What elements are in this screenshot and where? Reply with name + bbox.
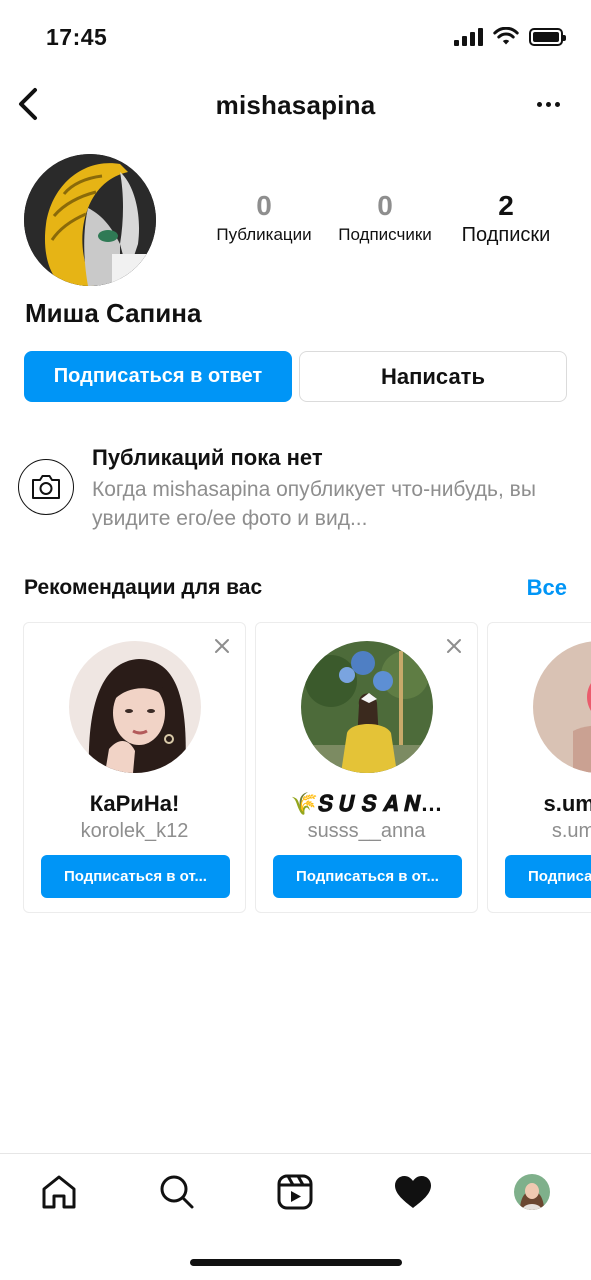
search-icon	[160, 1175, 194, 1209]
wifi-icon	[493, 27, 519, 45]
no-posts-title: Публикаций пока нет	[92, 445, 323, 470]
recommendation-follow-button[interactable]: Подписаться в от...	[273, 855, 462, 898]
profile-stats: 0 Публикации 0 Подписчики 2 Подписки	[200, 188, 570, 258]
recommendation-avatar[interactable]	[69, 641, 201, 773]
more-options-button[interactable]	[533, 92, 563, 116]
recommendation-card[interactable]: 🌾𝑺 𝑼 𝑺 𝑨 𝑵… susss__anna Подписаться в от…	[255, 622, 478, 913]
home-indicator	[190, 1259, 402, 1266]
recommendation-username: s.umarova	[551, 820, 591, 842]
dismiss-button[interactable]	[443, 635, 465, 657]
recommendation-username: susss__anna	[307, 820, 426, 842]
followers-stat[interactable]: 0 Подписчики	[328, 188, 442, 246]
posts-stat: 0 Публикации	[208, 188, 320, 246]
header-username: mishasapina	[215, 90, 376, 120]
recommendation-card[interactable]: s.umarova s.umarova Подписаться в от...	[487, 622, 591, 913]
close-icon	[447, 639, 461, 653]
recommendation-name: КаРиНа!	[89, 791, 180, 816]
camera-icon-circle	[18, 459, 74, 515]
recommendation-card[interactable]: КаРиНа! korolek_k12 Подписаться в от...	[23, 622, 246, 913]
recommendation-username: korolek_k12	[80, 820, 189, 842]
tab-home[interactable]	[39, 1172, 79, 1212]
profile-header: mishasapina	[0, 78, 591, 134]
tab-search[interactable]	[157, 1172, 197, 1212]
status-icons	[454, 27, 566, 47]
dismiss-button[interactable]	[211, 635, 233, 657]
followers-count: 0	[377, 190, 393, 221]
status-bar: 17:45	[0, 0, 591, 78]
bottom-tab-bar	[0, 1153, 591, 1233]
more-dot-icon	[536, 101, 542, 107]
recommendation-name: 🌾𝑺 𝑼 𝑺 𝑨 𝑵…	[290, 791, 443, 816]
status-time: 17:45	[46, 24, 108, 50]
following-count: 2	[498, 190, 514, 221]
no-posts-text: Когда mishasapina опубликует что-нибудь,…	[92, 478, 536, 530]
close-icon	[215, 639, 229, 653]
see-all-link[interactable]: Все	[527, 575, 567, 601]
follow-back-button[interactable]: Подписаться в ответ	[24, 351, 292, 402]
profile-avatar[interactable]	[24, 154, 156, 286]
profile-avatar-icon	[514, 1174, 550, 1210]
posts-count: 0	[256, 190, 272, 221]
recommendations-title: Рекомендации для вас	[24, 576, 263, 599]
recommendation-follow-button[interactable]: Подписаться в от...	[41, 855, 230, 898]
recommendation-avatar[interactable]	[533, 641, 591, 773]
signal-icon	[454, 28, 483, 46]
heart-icon	[395, 1176, 431, 1208]
recommendations-carousel[interactable]: КаРиНа! korolek_k12 Подписаться в от...	[0, 620, 591, 915]
home-icon	[42, 1175, 76, 1209]
posts-label: Публикации	[216, 225, 312, 244]
camera-icon	[32, 475, 60, 499]
followers-label: Подписчики	[338, 225, 432, 244]
recommendation-follow-button[interactable]: Подписаться в от...	[505, 855, 591, 898]
tab-activity[interactable]	[393, 1172, 433, 1212]
battery-icon	[529, 28, 566, 46]
following-label: Подписки	[461, 224, 551, 246]
tab-reels[interactable]	[275, 1172, 315, 1212]
tab-profile[interactable]	[512, 1172, 552, 1212]
recommendation-name: s.umarova	[543, 791, 591, 816]
message-button[interactable]: Написать	[299, 351, 567, 402]
recommendation-avatar[interactable]	[301, 641, 433, 773]
reels-icon	[277, 1174, 313, 1210]
following-stat[interactable]: 2 Подписки	[450, 188, 562, 246]
avatar-image	[24, 154, 156, 286]
profile-full-name: Миша Сапина	[25, 298, 202, 328]
